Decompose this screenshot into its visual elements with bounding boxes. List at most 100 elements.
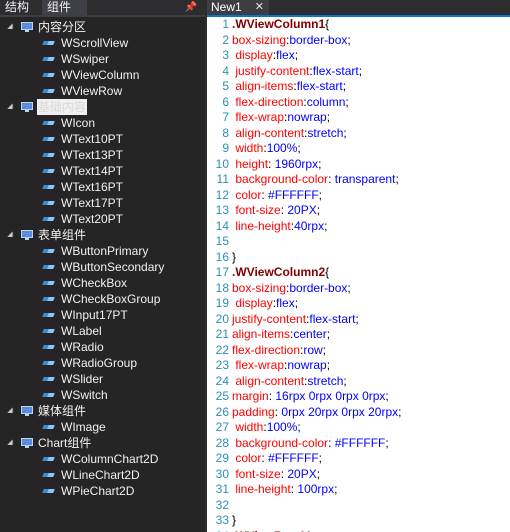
tab-new1[interactable]: New1 ✕ — [207, 0, 269, 15]
tree-item[interactable]: WButtonPrimary — [0, 243, 205, 259]
expand-arrow-icon[interactable]: ◢ — [6, 227, 14, 243]
code-token: #FFFFFF — [268, 451, 319, 465]
tree-item[interactable]: WText14PT — [0, 163, 205, 179]
code-text: height: 1960rpx; — [232, 157, 321, 173]
code-token: ; — [345, 94, 349, 109]
code-text: display:flex; — [232, 296, 298, 312]
code-token: stretch — [307, 373, 344, 388]
tree-item[interactable]: WImage — [0, 419, 205, 435]
component-icon — [42, 134, 57, 144]
code-token: 40rpx — [294, 218, 325, 233]
code-token: ; — [297, 420, 301, 434]
tree-item[interactable]: WScrollView — [0, 35, 205, 51]
code-text: flex-wrap:nowrap; — [232, 358, 330, 374]
tab-structure[interactable]: 结构 — [0, 0, 40, 15]
code-token: ; — [326, 358, 331, 372]
tree-group[interactable]: ◢ 基础内容 — [0, 99, 205, 115]
tree-item[interactable]: WCheckBoxGroup — [0, 291, 205, 307]
code-token: ; — [395, 172, 399, 186]
expand-arrow-icon[interactable]: ◢ — [6, 403, 14, 419]
code-token: .WViewRow1 — [232, 529, 306, 532]
code-token: align-items — [232, 327, 291, 341]
component-icon — [42, 390, 57, 400]
code-token: 100rpx — [297, 482, 335, 496]
code-token: align-content — [232, 125, 305, 140]
tree-item-label: WImage — [61, 420, 106, 434]
code-line: 16} — [207, 250, 510, 266]
tree-item[interactable]: WIcon — [0, 115, 205, 131]
tree-item[interactable]: WColumnChart2D — [0, 451, 205, 467]
code-token: color — [232, 187, 262, 202]
code-text: .WViewColumn1{ — [232, 17, 329, 33]
code-token: { — [325, 17, 330, 31]
code-token: : — [261, 187, 269, 202]
tree-item[interactable]: WSwiper — [0, 51, 205, 67]
tree-item[interactable]: WText16PT — [0, 179, 205, 195]
tree-item-label: WText13PT — [61, 148, 124, 162]
tree-item[interactable]: WText17PT — [0, 195, 205, 211]
code-line: 19 display:flex; — [207, 296, 510, 312]
expand-arrow-icon[interactable]: ◢ — [6, 19, 14, 35]
tree-group[interactable]: ◢ 表单组件 — [0, 227, 205, 243]
code-token: box-sizing — [232, 32, 287, 47]
code-token: { — [325, 265, 330, 279]
code-text: justify-content:flex-start; — [232, 64, 362, 80]
code-text: margin: 16rpx 0rpx 0rpx 0rpx; — [232, 389, 389, 405]
tree-item[interactable]: WSlider — [0, 371, 205, 387]
code-text: box-sizing:border-box; — [232, 33, 351, 49]
pin-icon[interactable]: 📌 — [185, 0, 197, 15]
tree-item[interactable]: WText10PT — [0, 131, 205, 147]
tree-group-label: 表单组件 — [38, 228, 87, 242]
code-text: flex-direction:row; — [232, 343, 326, 359]
tree-item[interactable]: WRadioGroup — [0, 355, 205, 371]
code-editor[interactable]: 1 .WViewColumn1{2 box-sizing:border-box; 3 … — [207, 17, 510, 532]
code-token: 16rpx 0rpx 0rpx 0rpx — [275, 389, 386, 403]
tree-group-label: 基础内容 — [37, 99, 88, 115]
monitor-icon — [20, 438, 34, 448]
expand-arrow-icon[interactable]: ◢ — [6, 99, 14, 115]
tree-item[interactable]: WText13PT — [0, 147, 205, 163]
line-number: 5 — [222, 79, 229, 93]
tree-group-label: Chart组件 — [38, 436, 92, 450]
tree-item-label: WText10PT — [61, 132, 124, 146]
tab-components[interactable]: 组件 — [42, 0, 87, 15]
code-token: flex-direction — [232, 342, 301, 357]
code-line: 15 — [207, 234, 510, 250]
tree-item[interactable]: WPieChart2D — [0, 483, 205, 499]
code-line: 32 — [207, 498, 510, 514]
tree-item[interactable]: WLabel — [0, 323, 205, 339]
tree-item[interactable]: WRadio — [0, 339, 205, 355]
tree-item[interactable]: WInput17PT — [0, 307, 205, 323]
expand-arrow-icon[interactable]: ◢ — [6, 435, 14, 451]
code-token: row — [303, 342, 323, 357]
tree-group[interactable]: ◢ 媒体组件 — [0, 403, 205, 419]
line-number: 11 — [216, 172, 229, 186]
tree-item[interactable]: WViewColumn — [0, 67, 205, 83]
component-icon — [42, 38, 57, 48]
tree-item[interactable]: WViewRow — [0, 83, 205, 99]
component-icon — [42, 470, 57, 480]
line-number: 1 — [222, 17, 229, 31]
tree-item-label: WColumnChart2D — [61, 452, 159, 466]
code-text: font-size: 20PX; — [232, 203, 320, 219]
tree-group[interactable]: ◢ Chart组件 — [0, 435, 205, 451]
code-token: padding — [232, 404, 275, 419]
code-token: } — [232, 249, 237, 264]
tree-group[interactable]: ◢ 内容分区 — [0, 19, 205, 35]
code-text: align-content:stretch; — [232, 125, 346, 142]
code-token: ; — [318, 156, 322, 171]
line-number: 6 — [222, 94, 229, 109]
tree-item-label: WInput17PT — [61, 308, 128, 322]
tree-item[interactable]: WText20PT — [0, 211, 205, 227]
component-icon — [42, 342, 57, 352]
tree-item[interactable]: WLineChart2D — [0, 467, 205, 483]
tree-item[interactable]: WCheckBox — [0, 275, 205, 291]
tree-item[interactable]: WButtonSecondary — [0, 259, 205, 275]
tree-item[interactable]: WSwitch — [0, 387, 205, 403]
close-icon[interactable]: ✕ — [255, 0, 264, 15]
code-line: 30 font-size: 20PX; — [207, 467, 510, 483]
line-number: 33 — [215, 513, 229, 527]
code-text: display:flex; — [232, 48, 298, 64]
code-token: 100% — [266, 141, 298, 155]
code-token: ; — [385, 389, 389, 403]
